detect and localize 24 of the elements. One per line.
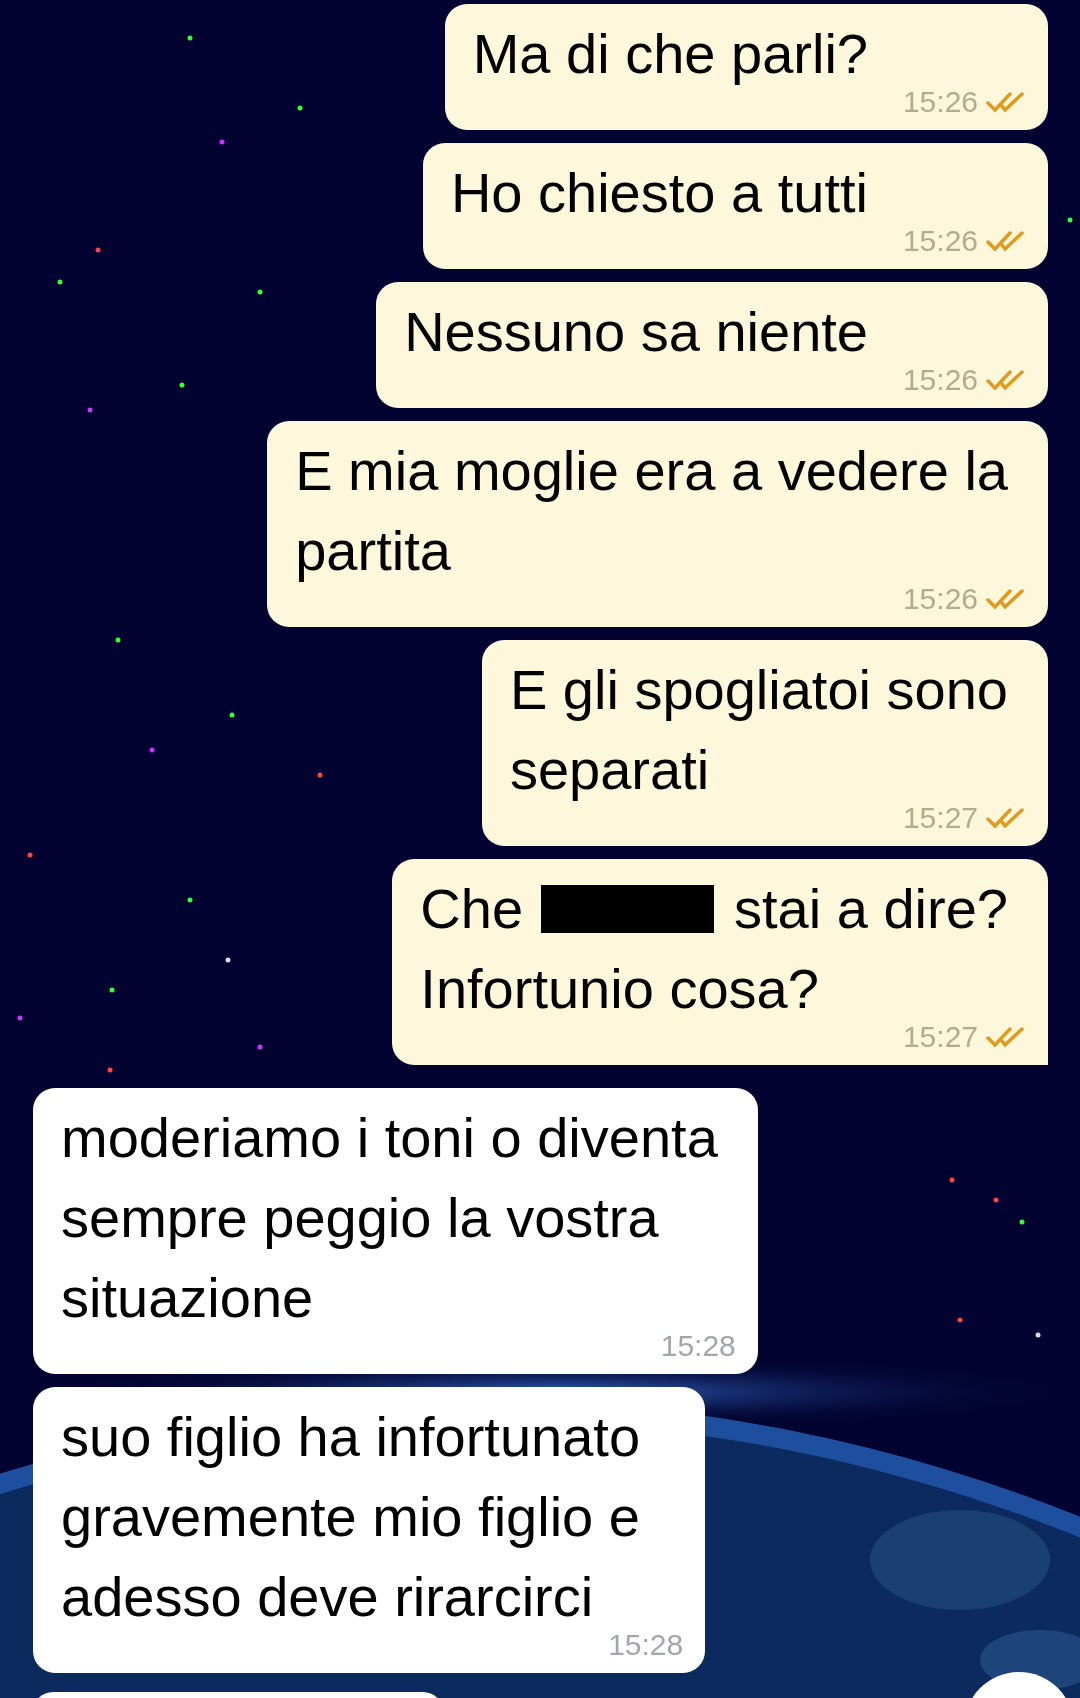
message-time: 15:26 (902, 581, 978, 617)
message-text: adesso deve rirarcirci (61, 1564, 594, 1630)
message-text: situazione (61, 1265, 314, 1331)
message-time: 15:27 (902, 800, 978, 836)
message-time: 15:26 (902, 362, 978, 398)
message-text: E mia moglie era a vedere la (295, 438, 1008, 504)
message-time: 15:26 (902, 84, 978, 120)
message-time: 15:27 (902, 1019, 978, 1055)
message-time: 15:28 (608, 1627, 684, 1663)
message-time: 15:26 (902, 223, 978, 259)
message-text: Infortunio cosa? (420, 956, 819, 1022)
message-text: Nessuno sa niente (404, 299, 868, 365)
message-text: separati (509, 737, 710, 803)
message-text: suo figlio ha infortunato (61, 1404, 641, 1470)
message-text: Che (420, 876, 524, 942)
message-text: gravemente mio figlio e (61, 1484, 640, 1550)
message-text: partita (295, 518, 451, 584)
message-text: Ma di che parli? (472, 21, 868, 87)
message-text: Ho chiesto a tutti (450, 160, 868, 226)
message-text: E gli spogliatoi sono (509, 657, 1008, 723)
message-text: sempre peggio la vostra (61, 1185, 659, 1251)
message-text: moderiamo i toni o diventa (61, 1105, 718, 1171)
message-time: 15:28 (660, 1328, 736, 1364)
message-text: stai a dire? (734, 876, 1008, 942)
